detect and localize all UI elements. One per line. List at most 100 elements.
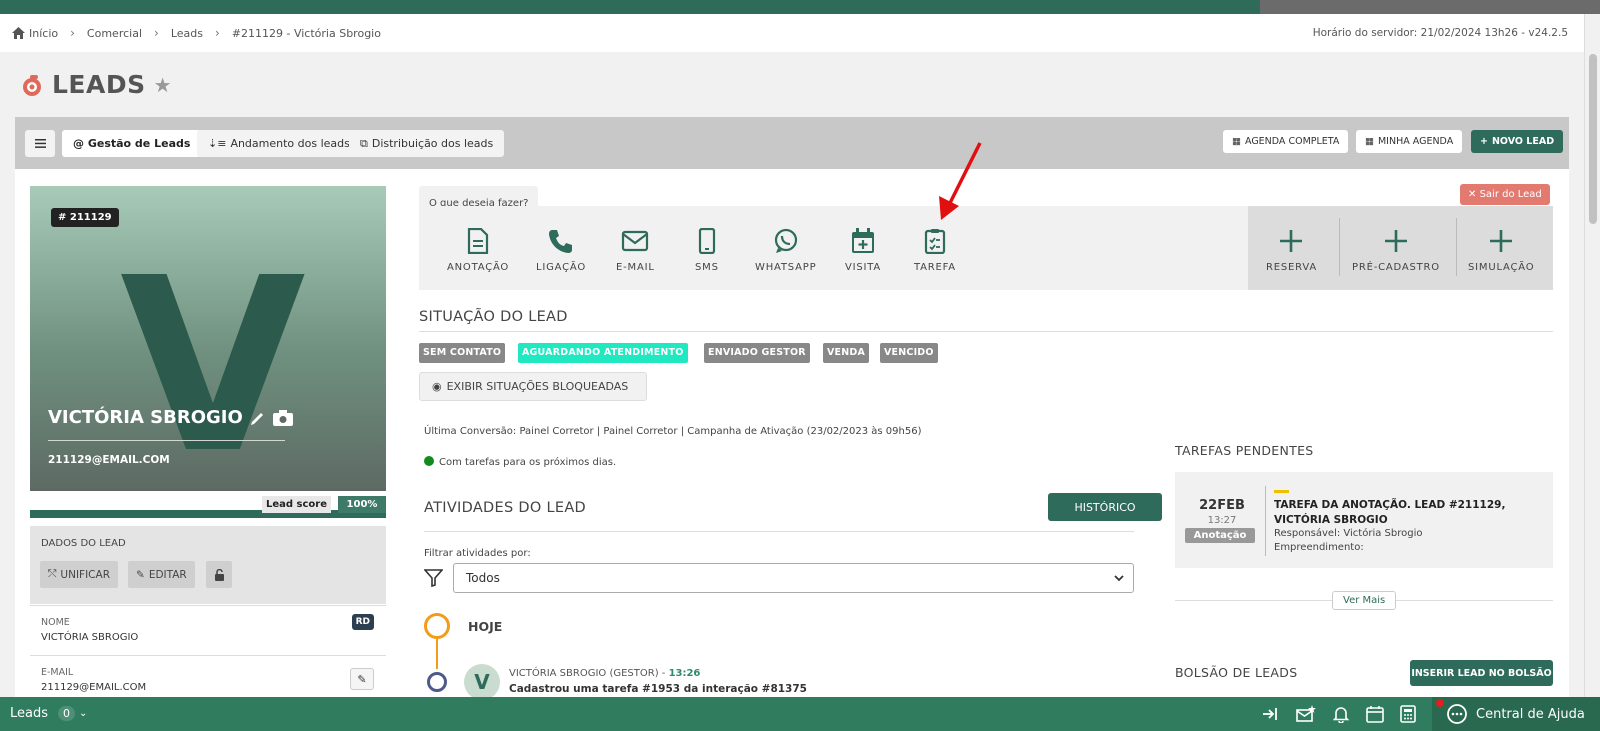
- lead-score-label: Lead score: [261, 496, 331, 513]
- calendar-icon[interactable]: [1366, 705, 1384, 723]
- status-tag-aguardando-atendimento[interactable]: AGUARDANDO ATENDIMENTO: [518, 343, 688, 363]
- timeline-line: [436, 639, 438, 669]
- field-label: E-MAIL: [41, 667, 74, 678]
- novo-lead-button[interactable]: + NOVO LEAD: [1471, 130, 1564, 153]
- activity-author: VICTÓRIA SBROGIO (GESTOR): [509, 668, 659, 679]
- sair-do-lead-button[interactable]: ✕ Sair do Lead: [1460, 184, 1550, 205]
- calendar-icon: ▦: [1232, 136, 1241, 147]
- activity-author-row: VICTÓRIA SBROGIO (GESTOR) - 13:26: [509, 668, 701, 679]
- task-time: 13:27: [1207, 515, 1237, 526]
- calculator-icon[interactable]: [1400, 705, 1416, 723]
- agenda-completa-label: AGENDA COMPLETA: [1244, 136, 1340, 147]
- status-tag-venda[interactable]: VENDA: [823, 343, 870, 363]
- breadcrumb-home[interactable]: Início: [29, 27, 58, 40]
- activity-filter-select[interactable]: Todos: [453, 563, 1134, 593]
- filter-icon: [424, 569, 443, 587]
- action-pre-cadastro[interactable]: PRÉ-CADASTRO: [1352, 228, 1440, 273]
- status-tag-vencido[interactable]: VENCIDO: [880, 343, 938, 363]
- calendar-plus-icon: [852, 228, 875, 253]
- breadcrumb-comercial[interactable]: Comercial: [87, 27, 142, 40]
- plus-icon: [1280, 230, 1303, 252]
- camera-icon[interactable]: [272, 409, 293, 426]
- timeline-entry-marker: [427, 672, 447, 692]
- unificar-button[interactable]: ⤲ UNIFICAR: [40, 561, 118, 588]
- top-strip-right: [1260, 0, 1600, 14]
- mail-star-icon[interactable]: [1296, 705, 1316, 723]
- tarefas-status: Com tarefas para os próximos dias.: [424, 456, 616, 468]
- pending-task-card[interactable]: 22FEB 13:27 Anotação TAREFA DA ANOTAÇÃO.…: [1175, 472, 1553, 568]
- inserir-lead-bolsao-button[interactable]: INSERIR LEAD NO BOLSÃO: [1410, 660, 1553, 686]
- action-label: SMS: [695, 262, 719, 273]
- clipboard-check-icon: [924, 229, 946, 254]
- ver-mais-button[interactable]: Ver Mais: [1332, 591, 1397, 610]
- whatsapp-icon: [774, 228, 797, 253]
- tarefas-title: TAREFAS PENDENTES: [1175, 443, 1314, 458]
- task-type-tag: Anotação: [1185, 528, 1255, 543]
- breadcrumb-leads[interactable]: Leads: [171, 27, 203, 40]
- minha-agenda-label: MINHA AGENDA: [1377, 136, 1454, 147]
- sitemap-icon: ⧉: [360, 136, 368, 150]
- filter-label: Filtrar atividades por:: [424, 548, 531, 559]
- leads-toolbar: @ Gestão de Leads ⇣≡ Andamento dos leads …: [15, 117, 1569, 169]
- unlock-icon: [214, 568, 224, 581]
- tab-distribuicao-dos-leads[interactable]: ⧉ Distribuição dos leads: [349, 130, 505, 157]
- minha-agenda-button[interactable]: ▦ MINHA AGENDA: [1356, 130, 1463, 153]
- pencil-icon: ✎: [357, 672, 367, 686]
- action-simulacao[interactable]: SIMULAÇÃO: [1468, 228, 1534, 273]
- historico-button[interactable]: HISTÓRICO: [1048, 493, 1162, 521]
- sair-label: Sair do Lead: [1479, 189, 1542, 200]
- action-anotacao[interactable]: ANOTAÇÃO: [447, 228, 509, 273]
- status-tag-enviado-gestor[interactable]: ENVIADO GESTOR: [704, 343, 810, 363]
- action-label: PRÉ-CADASTRO: [1352, 262, 1440, 273]
- agenda-completa-button[interactable]: ▦ AGENDA COMPLETA: [1223, 130, 1349, 153]
- pencil-icon[interactable]: [249, 409, 267, 427]
- star-icon[interactable]: ★: [154, 73, 172, 97]
- bolsao-title: BOLSÃO DE LEADS: [1175, 665, 1298, 680]
- status-tag-sem-contato[interactable]: SEM CONTATO: [419, 343, 506, 363]
- page-scrollbar[interactable]: [1584, 14, 1600, 697]
- action-label: TAREFA: [914, 262, 956, 273]
- task-title: TAREFA DA ANOTAÇÃO. LEAD #211129, VICTÓR…: [1274, 499, 1506, 526]
- edit-email-button[interactable]: ✎: [350, 668, 374, 690]
- lead-id-badge: # 211129: [51, 208, 119, 227]
- action-whatsapp[interactable]: WHATSAPP: [755, 228, 816, 273]
- priority-bar: [1274, 490, 1289, 493]
- action-ligacao[interactable]: LIGAÇÃO: [536, 228, 586, 273]
- novo-lead-label: NOVO LEAD: [1491, 136, 1555, 147]
- field-value: VICTÓRIA SBROGIO: [41, 632, 139, 643]
- tab-gestao-de-leads[interactable]: @ Gestão de Leads: [62, 130, 202, 157]
- secondary-action-bar: RESERVA PRÉ-CADASTRO SIMULAÇÃO: [1248, 206, 1553, 290]
- menu-icon: [34, 139, 46, 148]
- sort-icon: ⇣≡: [208, 137, 227, 150]
- bell-icon[interactable]: [1333, 705, 1349, 723]
- action-label: SIMULAÇÃO: [1468, 262, 1535, 273]
- menu-button[interactable]: [25, 130, 55, 157]
- exibir-situacoes-button[interactable]: ◉ EXIBIR SITUAÇÕES BLOQUEADAS: [419, 372, 647, 401]
- action-email[interactable]: E-MAIL: [616, 228, 655, 273]
- chat-icon: [1447, 704, 1467, 724]
- lead-avatar-initial: V: [120, 226, 306, 491]
- leads-counter[interactable]: Leads 0 ⌄: [10, 706, 87, 721]
- divider: [1339, 218, 1340, 276]
- breadcrumb: Início › Comercial › Leads › #211129 - V…: [12, 26, 381, 40]
- action-visita[interactable]: VISITA: [845, 228, 881, 273]
- tab-andamento-dos-leads[interactable]: ⇣≡ Andamento dos leads: [197, 130, 361, 157]
- editar-button[interactable]: ✎ EDITAR: [128, 561, 195, 588]
- page-header: LEADS ★: [20, 70, 172, 99]
- action-reserva[interactable]: RESERVA: [1266, 228, 1317, 273]
- action-sms[interactable]: SMS: [695, 228, 719, 273]
- tarefas-status-text: Com tarefas para os próximos dias.: [439, 457, 617, 468]
- leads-count: 0: [58, 706, 76, 721]
- top-strip: [0, 0, 1600, 14]
- home-icon: [12, 27, 25, 39]
- leads-label: Leads: [10, 706, 49, 721]
- scrollbar-thumb[interactable]: [1589, 54, 1597, 224]
- central-de-ajuda-button[interactable]: Central de Ajuda: [1432, 697, 1600, 731]
- atividades-title: ATIVIDADES DO LEAD: [424, 500, 587, 516]
- lock-button[interactable]: [206, 561, 232, 588]
- chevron-down-icon: [1114, 575, 1124, 582]
- activity-avatar: V: [464, 664, 500, 700]
- chevron-down-icon: ⌄: [79, 708, 88, 719]
- sign-in-icon[interactable]: [1261, 705, 1279, 723]
- action-tarefa[interactable]: TAREFA: [914, 228, 956, 273]
